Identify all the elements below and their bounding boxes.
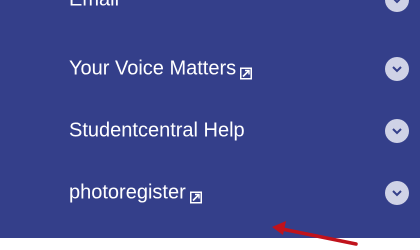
chevron-down-icon[interactable] bbox=[385, 0, 409, 12]
external-link-icon bbox=[189, 186, 202, 203]
chevron-down-icon[interactable] bbox=[385, 181, 409, 205]
page-background bbox=[0, 238, 420, 246]
chevron-down-icon[interactable] bbox=[385, 57, 409, 81]
menu-item-label: photoregister bbox=[69, 181, 186, 204]
menu-item-label: Your Voice Matters bbox=[69, 57, 237, 80]
menu-item-label: Email bbox=[69, 0, 119, 12]
chevron-down-icon[interactable] bbox=[385, 119, 409, 143]
menu-item-label: Studentcentral Help bbox=[69, 119, 245, 142]
menu-item-your-voice-matters[interactable]: Your Voice Matters bbox=[0, 46, 420, 92]
menu-item-photoregister[interactable]: photoregister bbox=[0, 170, 420, 216]
menu-item-email[interactable]: Email bbox=[0, 0, 420, 23]
menu-item-studentcentral-help[interactable]: Studentcentral Help bbox=[0, 108, 420, 154]
navigation-menu: Email Your Voice Matters Studentcentral … bbox=[0, 0, 420, 238]
external-link-icon bbox=[240, 62, 253, 79]
